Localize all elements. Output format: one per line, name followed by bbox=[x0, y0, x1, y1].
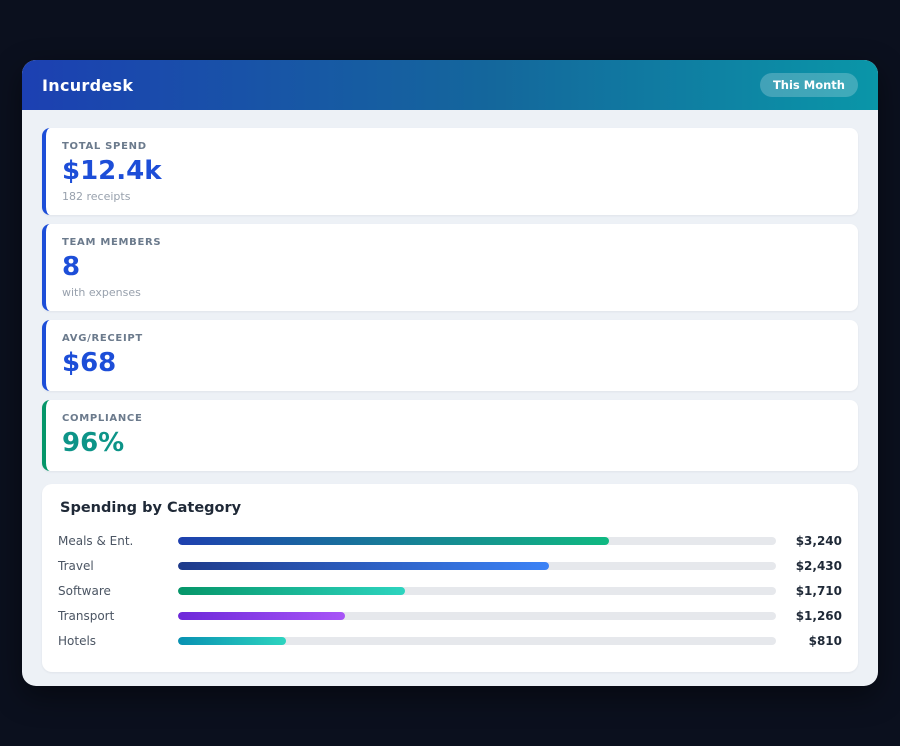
stat-label: TOTAL SPEND bbox=[62, 141, 842, 152]
stat-label: TEAM MEMBERS bbox=[62, 237, 842, 248]
stat-value: 96% bbox=[62, 429, 842, 459]
bar-track bbox=[178, 537, 776, 545]
category-label: Hotels bbox=[58, 634, 178, 648]
stat-sub: 182 receipts bbox=[62, 190, 842, 203]
category-label: Transport bbox=[58, 609, 178, 623]
period-badge[interactable]: This Month bbox=[760, 73, 858, 97]
app-card: Incurdesk This Month TOTAL SPEND $12.4k … bbox=[22, 60, 878, 686]
bar-track bbox=[178, 612, 776, 620]
category-value: $2,430 bbox=[786, 559, 842, 573]
category-label: Travel bbox=[58, 559, 178, 573]
app-header: Incurdesk This Month bbox=[22, 60, 878, 110]
bar-track bbox=[178, 587, 776, 595]
stat-card-avg-receipt: AVG/RECEIPT $68 bbox=[42, 320, 858, 391]
stat-value: $68 bbox=[62, 349, 842, 379]
category-value: $3,240 bbox=[786, 534, 842, 548]
stat-label: COMPLIANCE bbox=[62, 413, 842, 424]
category-label: Software bbox=[58, 584, 178, 598]
category-value: $1,260 bbox=[786, 609, 842, 623]
stat-card-compliance: COMPLIANCE 96% bbox=[42, 400, 858, 471]
chart-row-hotels: Hotels $810 bbox=[58, 629, 842, 654]
category-value: $810 bbox=[786, 634, 842, 648]
stat-value: 8 bbox=[62, 253, 842, 283]
chart-title: Spending by Category bbox=[58, 500, 842, 516]
dashboard-content: TOTAL SPEND $12.4k 182 receipts TEAM MEM… bbox=[22, 110, 878, 686]
spending-by-category-card: Spending by Category Meals & Ent. $3,240… bbox=[42, 484, 858, 672]
chart-row-software: Software $1,710 bbox=[58, 579, 842, 604]
stat-sub: with expenses bbox=[62, 286, 842, 299]
chart-row-meals: Meals & Ent. $3,240 bbox=[58, 529, 842, 554]
stat-card-total-spend: TOTAL SPEND $12.4k 182 receipts bbox=[42, 128, 858, 215]
bar-fill-software bbox=[178, 587, 405, 595]
stat-label: AVG/RECEIPT bbox=[62, 333, 842, 344]
bar-fill-transport bbox=[178, 612, 345, 620]
bar-track bbox=[178, 637, 776, 645]
bar-fill-hotels bbox=[178, 637, 286, 645]
category-value: $1,710 bbox=[786, 584, 842, 598]
stat-value: $12.4k bbox=[62, 157, 842, 187]
stat-card-team-members: TEAM MEMBERS 8 with expenses bbox=[42, 224, 858, 311]
category-label: Meals & Ent. bbox=[58, 534, 178, 548]
bar-track bbox=[178, 562, 776, 570]
bar-fill-travel bbox=[178, 562, 549, 570]
bar-fill-meals bbox=[178, 537, 609, 545]
chart-row-transport: Transport $1,260 bbox=[58, 604, 842, 629]
app-title: Incurdesk bbox=[42, 76, 133, 95]
chart-row-travel: Travel $2,430 bbox=[58, 554, 842, 579]
